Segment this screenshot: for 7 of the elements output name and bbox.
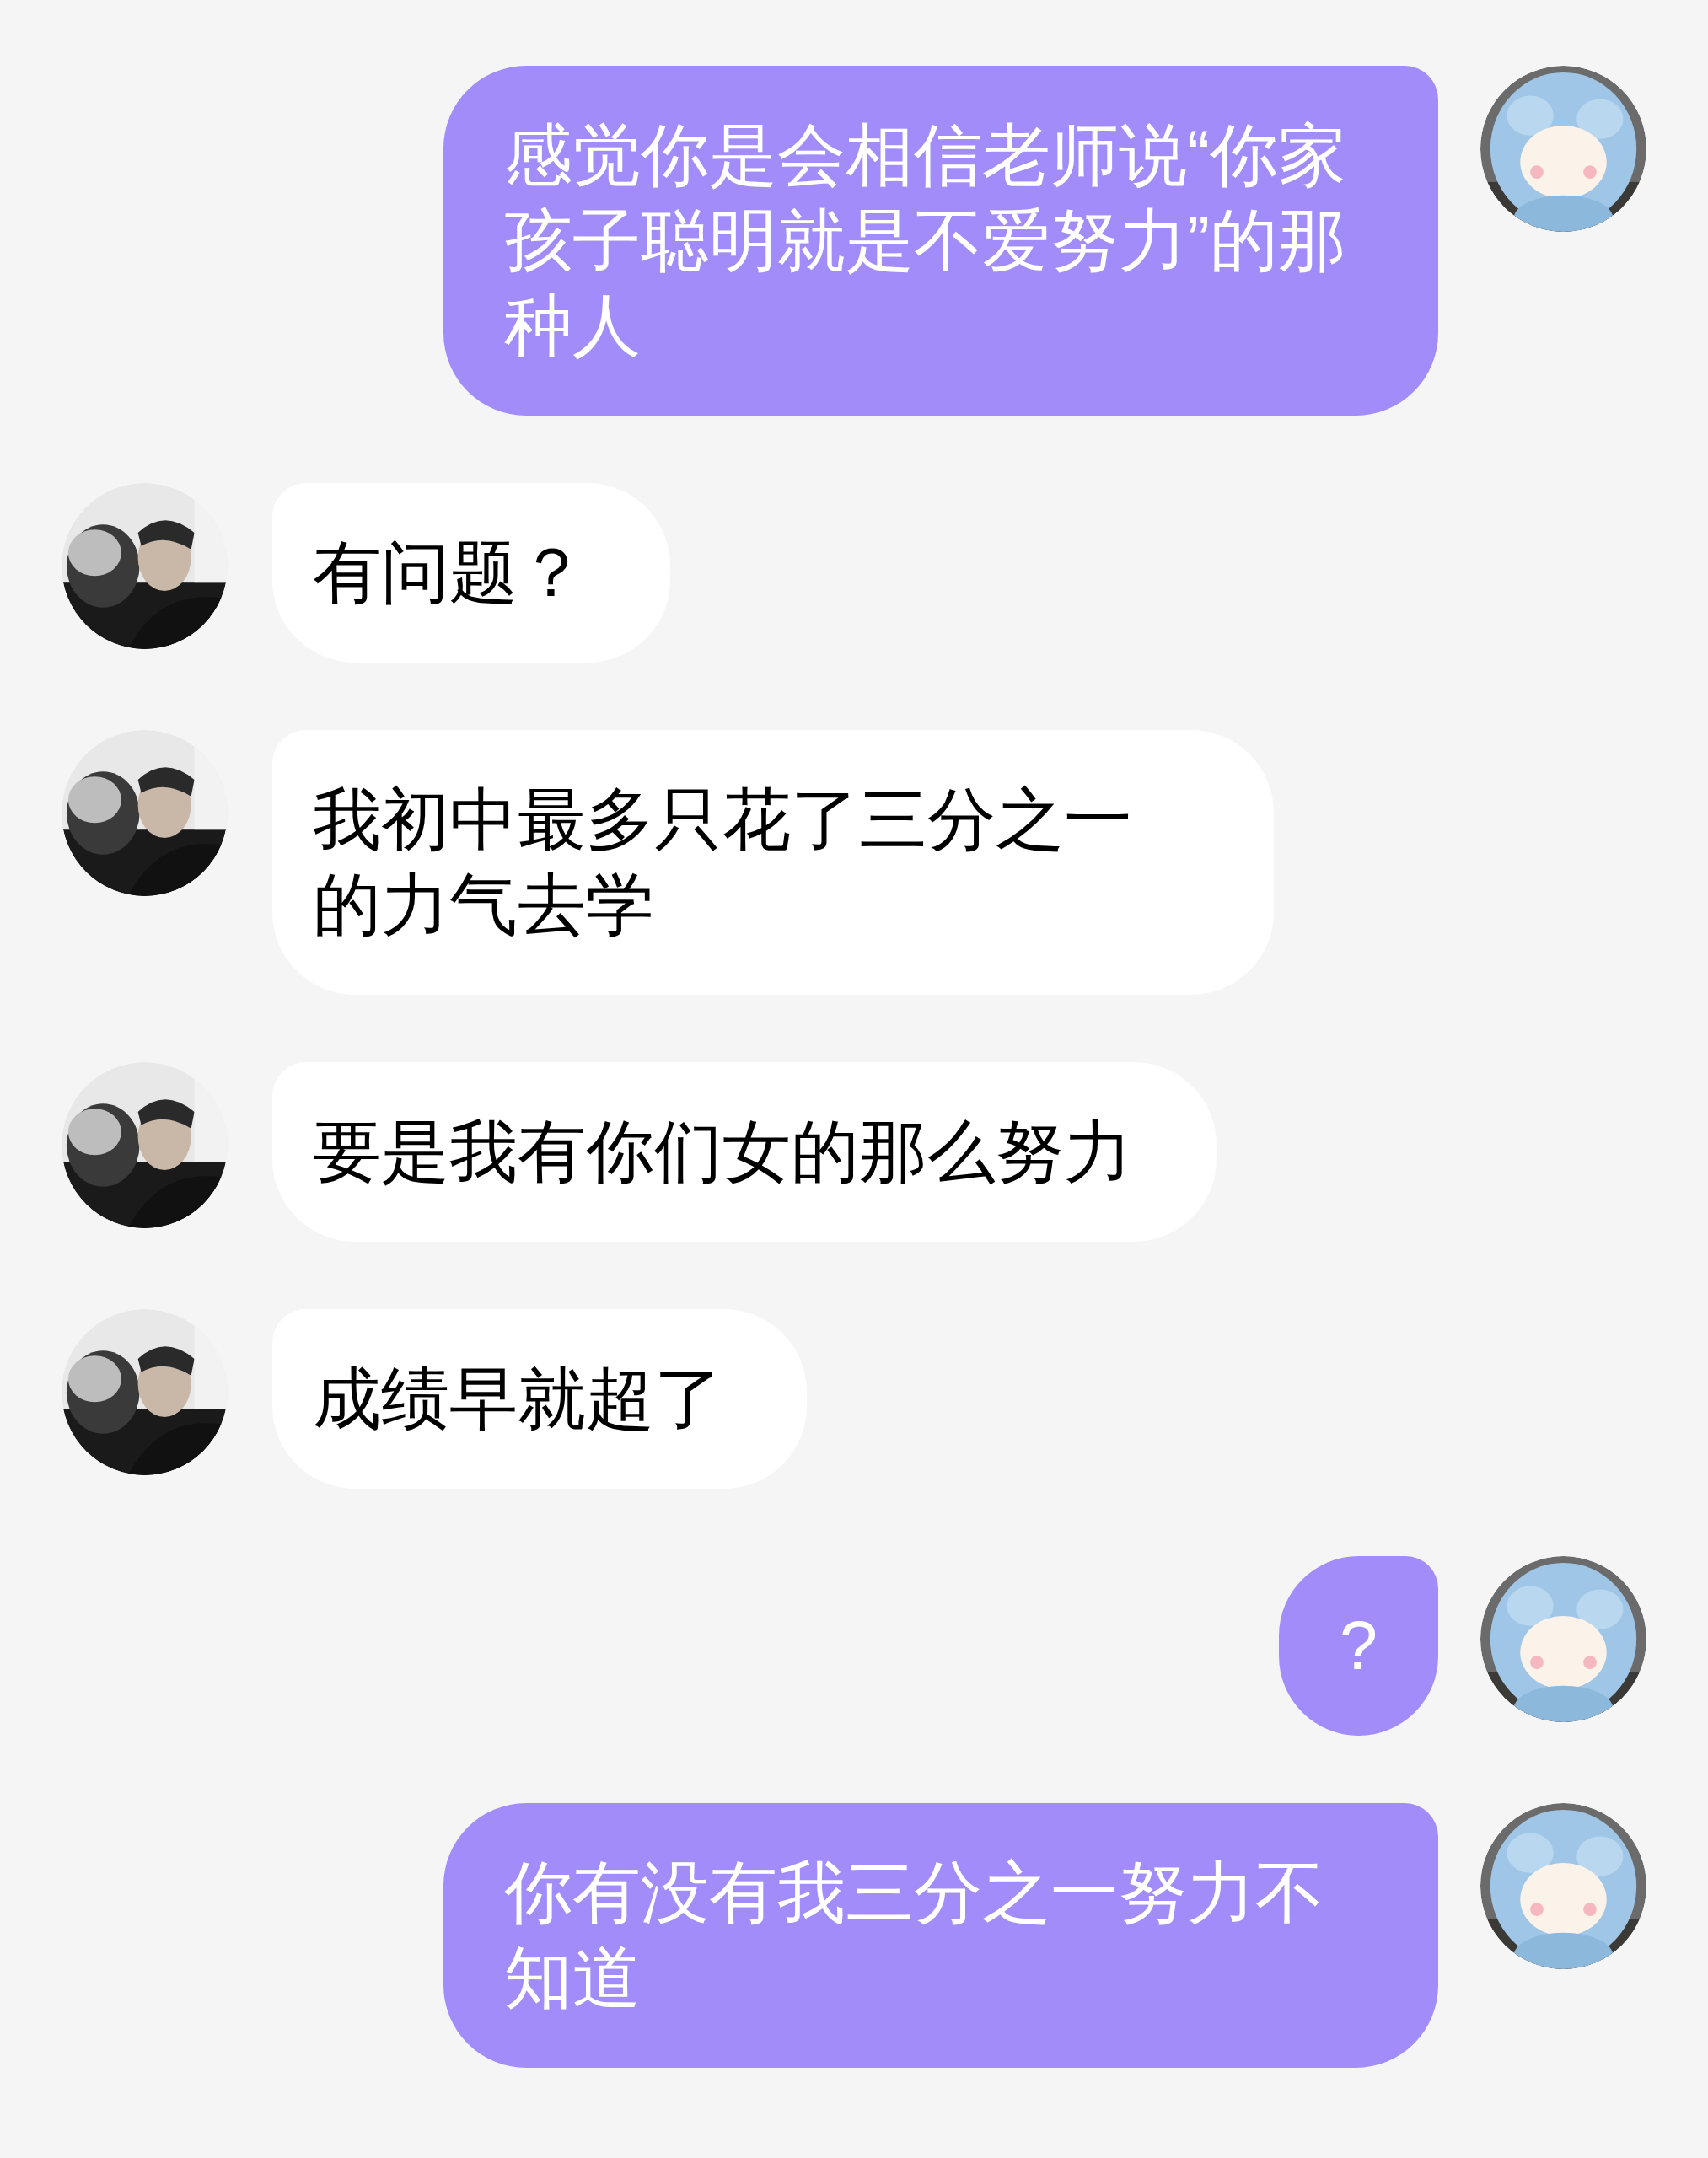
sent-message: ?	[1278, 1556, 1438, 1736]
sent-message: 感觉你是会相信老师说“你家孩子聪明就是不爱努力”的那种人	[443, 66, 1438, 416]
received-message: 我初中最多只花了三分之一的力气去学	[272, 730, 1274, 995]
received-message: 有问题？	[272, 483, 670, 663]
received-message: 成绩早就超了	[272, 1309, 807, 1489]
received-message: 要是我有你们女的那么努力	[272, 1062, 1217, 1242]
sent-message: 你有没有我三分之一努力不知道	[443, 1803, 1438, 2068]
